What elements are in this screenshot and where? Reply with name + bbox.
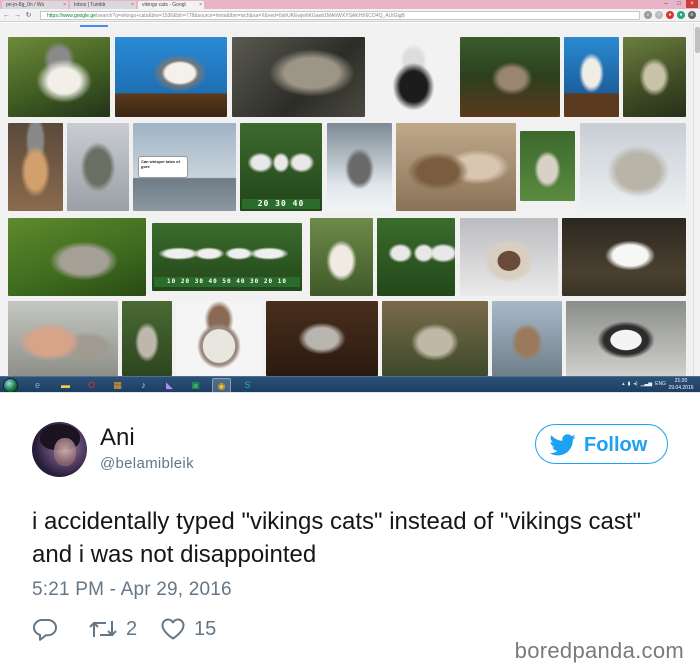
- browser-tab-1[interactable]: pn-jn-8g_0n / Wo ×: [2, 1, 68, 9]
- image-result[interactable]: [266, 301, 378, 376]
- image-result[interactable]: [492, 301, 562, 376]
- signal-icon[interactable]: ▁▃▅: [641, 381, 653, 387]
- close-window-icon[interactable]: ×: [686, 0, 698, 8]
- scroll-thumb[interactable]: [695, 27, 700, 53]
- cartoon-caption: Can whisper tales of gore: [138, 156, 188, 178]
- extension-red-icon[interactable]: ●: [666, 11, 674, 19]
- url-input[interactable]: https://www.google.ge/search?q=vikings+c…: [40, 11, 640, 20]
- image-result[interactable]: [460, 218, 558, 296]
- image-result[interactable]: [370, 37, 457, 117]
- like-button[interactable]: 15: [160, 616, 216, 642]
- taskbar-clock[interactable]: 21:20 29.04.2016: [666, 378, 696, 392]
- skype-icon[interactable]: S: [238, 378, 257, 392]
- windows-taskbar: e ▬ O ▦ ♪ ◣ ▣ ◉ S ▴ ▮ ◂) ▁▃▅ ENG 21:20 2…: [0, 376, 700, 392]
- browser-tab-2[interactable]: Inbox | Tumblr ×: [70, 1, 136, 9]
- tab-close-icon[interactable]: ×: [63, 1, 66, 9]
- page-scrollbar[interactable]: [693, 23, 700, 376]
- like-icon: [161, 618, 185, 640]
- follow-label: Follow: [584, 434, 648, 456]
- watermark: boredpanda.com: [514, 638, 684, 663]
- address-bar: ← → ↻ https://www.google.ge/search?q=vik…: [0, 9, 700, 22]
- system-tray: ▴ ▮ ◂) ▁▃▅ ENG: [622, 381, 666, 387]
- image-result[interactable]: [382, 301, 488, 376]
- opera-icon[interactable]: O: [82, 378, 101, 392]
- image-result[interactable]: [377, 218, 455, 296]
- display-name[interactable]: Ani: [100, 424, 135, 452]
- media-player-icon[interactable]: ♪: [134, 378, 153, 392]
- tab-close-icon[interactable]: ×: [131, 1, 134, 9]
- visual-studio-icon[interactable]: ◣: [160, 378, 179, 392]
- clock-date: 29.04.2016: [668, 385, 694, 391]
- retweet-button[interactable]: 2: [88, 616, 137, 642]
- image-result[interactable]: [67, 123, 129, 211]
- forward-icon[interactable]: →: [13, 11, 22, 20]
- windows-start-icon[interactable]: [3, 378, 18, 392]
- image-result[interactable]: [232, 37, 365, 117]
- extension-icons: ⌕ ☆ ● ● ≡: [644, 11, 696, 19]
- tab-label: vikings cats - Googl: [142, 2, 186, 8]
- volume-icon[interactable]: ◂): [633, 381, 637, 387]
- image-result[interactable]: [623, 37, 686, 117]
- reload-icon[interactable]: ↻: [24, 11, 33, 20]
- tweet-timestamp[interactable]: 5:21 PM - Apr 29, 2016: [32, 578, 232, 602]
- image-result[interactable]: [327, 123, 392, 211]
- minimize-icon[interactable]: –: [660, 0, 672, 8]
- maximize-icon[interactable]: □: [673, 0, 685, 8]
- apps-grid-icon[interactable]: ▦: [108, 378, 127, 392]
- follow-button[interactable]: Follow: [535, 424, 668, 464]
- chrome-icon[interactable]: ◉: [212, 378, 231, 392]
- tab-label: Inbox | Tumblr: [74, 2, 106, 8]
- file-explorer-icon[interactable]: ▬: [56, 378, 75, 392]
- star-icon[interactable]: ☆: [655, 11, 663, 19]
- like-count: 15: [194, 618, 217, 640]
- image-result[interactable]: [8, 218, 146, 296]
- image-results-grid: Can whisper tales of gore 20 30 40 10 20…: [0, 23, 700, 376]
- image-result[interactable]: [240, 123, 322, 211]
- window-controls: – □ ×: [660, 0, 698, 8]
- browser-screenshot: pn-jn-8g_0n / Wo × Inbox | Tumblr × viki…: [0, 0, 700, 393]
- tray-chevron-icon[interactable]: ▴: [622, 381, 625, 387]
- user-handle[interactable]: @belamibleik: [100, 455, 194, 473]
- image-result[interactable]: [8, 123, 63, 211]
- images-tab-indicator: [80, 25, 108, 27]
- image-result[interactable]: [580, 123, 686, 211]
- image-result[interactable]: [8, 37, 110, 117]
- avatar[interactable]: [32, 422, 87, 477]
- image-result[interactable]: [520, 131, 575, 201]
- url-host: https://www.google.ge: [47, 13, 96, 19]
- network-icon[interactable]: ▮: [628, 381, 631, 387]
- score-strip: 10 20 30 40 50 40 30 20 10: [154, 277, 300, 287]
- store-icon[interactable]: ▣: [186, 378, 205, 392]
- image-result[interactable]: [396, 123, 516, 211]
- image-result[interactable]: [460, 37, 560, 117]
- image-result[interactable]: [115, 37, 227, 117]
- zoom-icon[interactable]: ⌕: [644, 11, 652, 19]
- image-result[interactable]: [8, 301, 118, 376]
- image-result[interactable]: [310, 218, 373, 296]
- reply-icon: [33, 619, 57, 641]
- twitter-bird-icon: [550, 434, 576, 456]
- browser-tab-active[interactable]: vikings cats - Googl ×: [138, 1, 204, 9]
- tweet-text: i accidentally typed "vikings cats" inst…: [32, 508, 642, 568]
- url-path: /search?q=vikings+cats&biw=1536&bih=778&…: [95, 13, 405, 19]
- retweet-icon: [89, 621, 117, 637]
- menu-icon[interactable]: ≡: [688, 11, 696, 19]
- image-result[interactable]: [562, 218, 686, 296]
- image-result[interactable]: [122, 301, 172, 376]
- image-result[interactable]: [566, 301, 686, 376]
- tab-label: pn-jn-8g_0n / Wo: [6, 2, 45, 8]
- image-result[interactable]: [176, 301, 262, 376]
- internet-explorer-icon[interactable]: e: [28, 378, 47, 392]
- tab-close-icon[interactable]: ×: [199, 1, 202, 9]
- retweet-count: 2: [126, 618, 138, 640]
- reply-button[interactable]: [32, 616, 58, 642]
- browser-tab-bar: pn-jn-8g_0n / Wo × Inbox | Tumblr × viki…: [0, 0, 700, 9]
- clock-time: 21:20: [674, 378, 688, 384]
- language-indicator[interactable]: ENG: [655, 381, 666, 387]
- score-strip: 20 30 40: [242, 199, 320, 209]
- image-result[interactable]: [564, 37, 619, 117]
- back-icon[interactable]: ←: [2, 11, 11, 20]
- extension-green-icon[interactable]: ●: [677, 11, 685, 19]
